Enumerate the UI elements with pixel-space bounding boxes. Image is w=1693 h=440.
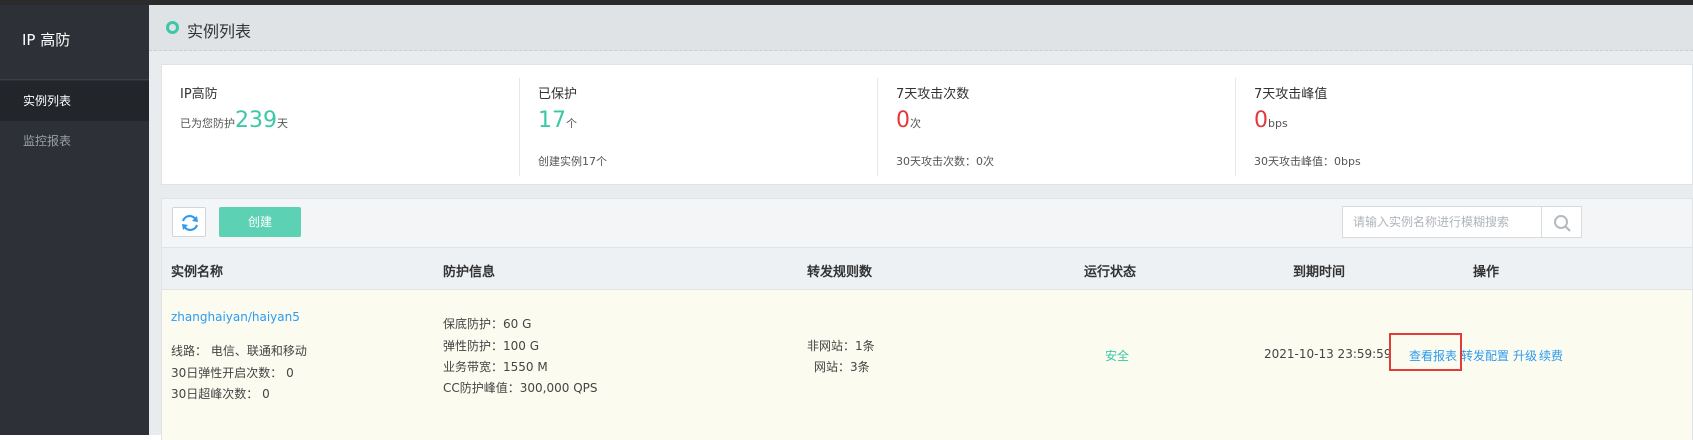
col-forward-rules: 转发规则数 [807, 265, 873, 280]
stat-label: 已保护 [538, 87, 578, 102]
expire-time: 2021-10-13 23:59:59 [1264, 347, 1392, 361]
rules-non-website: 非网站：1条 [807, 339, 875, 353]
page-title: 实例列表 [187, 22, 252, 41]
stat-label: 7天攻击次数 [896, 87, 970, 102]
upgrade-link[interactable]: 升级 [1513, 347, 1537, 364]
stat-value: 0 [1254, 108, 1268, 133]
stat-unit: 次 [910, 117, 921, 130]
sidebar-divider [0, 79, 149, 80]
col-protection-info: 防护信息 [443, 265, 496, 280]
sidebar-title: IP 高防 [22, 31, 71, 49]
instance-elastic-count: 30日弹性开启次数： 0 [171, 366, 294, 380]
stat-value-line: 已为您防护239天 [180, 108, 288, 133]
instance-panel: 创建 实例名称 防护信息 转发规则数 运行状态 到期时间 操作 zhanghai… [161, 198, 1693, 440]
stat-value-line: 0次 [896, 108, 921, 133]
sidebar-item-monitor-report[interactable]: 监控报表 [0, 121, 149, 161]
stat-protected: 已保护 17个 创建实例17个 [520, 65, 878, 186]
stat-sub: 创建实例17个 [538, 155, 607, 168]
highlight-box [1389, 333, 1462, 371]
instance-exceed-count: 30日超峰次数： 0 [171, 387, 270, 401]
col-actions: 操作 [1473, 265, 1500, 280]
stat-unit: 个 [566, 117, 577, 130]
stat-unit: 天 [277, 117, 288, 130]
table-row: zhanghaiyan/haiyan5 线路： 电信、联通和移动 30日弹性开启… [162, 290, 1692, 440]
stat-unit: bps [1268, 117, 1288, 130]
stat-value-line: 0bps [1254, 108, 1288, 133]
stat-label: IP高防 [180, 87, 218, 102]
search-button[interactable] [1542, 206, 1582, 238]
col-instance-name: 实例名称 [171, 265, 224, 280]
renew-link[interactable]: 续费 [1539, 347, 1563, 364]
status-badge: 安全 [1105, 349, 1130, 363]
col-run-status: 运行状态 [1084, 265, 1137, 280]
stat-prefix: 已为您防护 [180, 117, 235, 130]
protection-bandwidth: 业务带宽：1550 M [443, 360, 548, 374]
create-button[interactable]: 创建 [219, 207, 301, 237]
stat-protection-days: IP高防 已为您防护239天 [162, 65, 520, 186]
stat-sub: 30天攻击峰值：0bps [1254, 155, 1361, 168]
table-header: 实例名称 防护信息 转发规则数 运行状态 到期时间 操作 [162, 247, 1692, 290]
search-input[interactable] [1342, 206, 1542, 238]
stat-value: 0 [896, 108, 910, 133]
stat-attack-peak: 7天攻击峰值 0bps 30天攻击峰值：0bps [1236, 65, 1692, 186]
rules-website: 网站：3条 [814, 360, 870, 374]
instance-name-link[interactable]: zhanghaiyan/haiyan5 [171, 310, 300, 324]
main-content: 实例列表 IP高防 已为您防护239天 已保护 17个 创建实例17个 7天攻击… [149, 5, 1693, 440]
title-ring-icon [166, 21, 179, 34]
instance-line: 线路： 电信、联通和移动 [171, 344, 307, 358]
refresh-icon [181, 214, 199, 232]
forward-config-link[interactable]: 转发配置 [1461, 347, 1509, 364]
stat-sub: 30天攻击次数：0次 [896, 155, 994, 168]
stat-value: 239 [235, 108, 277, 133]
stats-panel: IP高防 已为您防护239天 已保护 17个 创建实例17个 7天攻击次数 0次… [161, 64, 1693, 185]
col-expire-time: 到期时间 [1293, 265, 1346, 280]
sidebar-item-instance-list[interactable]: 实例列表 [0, 81, 149, 121]
stat-label: 7天攻击峰值 [1254, 87, 1328, 102]
refresh-button[interactable] [172, 207, 206, 237]
stat-value: 17 [538, 108, 566, 133]
stat-attack-count: 7天攻击次数 0次 30天攻击次数：0次 [878, 65, 1236, 186]
protection-base: 保底防护：60 G [443, 317, 532, 331]
protection-elastic: 弹性防护：100 G [443, 339, 540, 353]
search-icon [1554, 215, 1571, 232]
sidebar: IP 高防 实例列表 监控报表 [0, 5, 149, 435]
stat-value-line: 17个 [538, 108, 577, 133]
protection-cc-peak: CC防护峰值：300,000 QPS [443, 381, 598, 395]
page-header: 实例列表 [149, 5, 1693, 51]
